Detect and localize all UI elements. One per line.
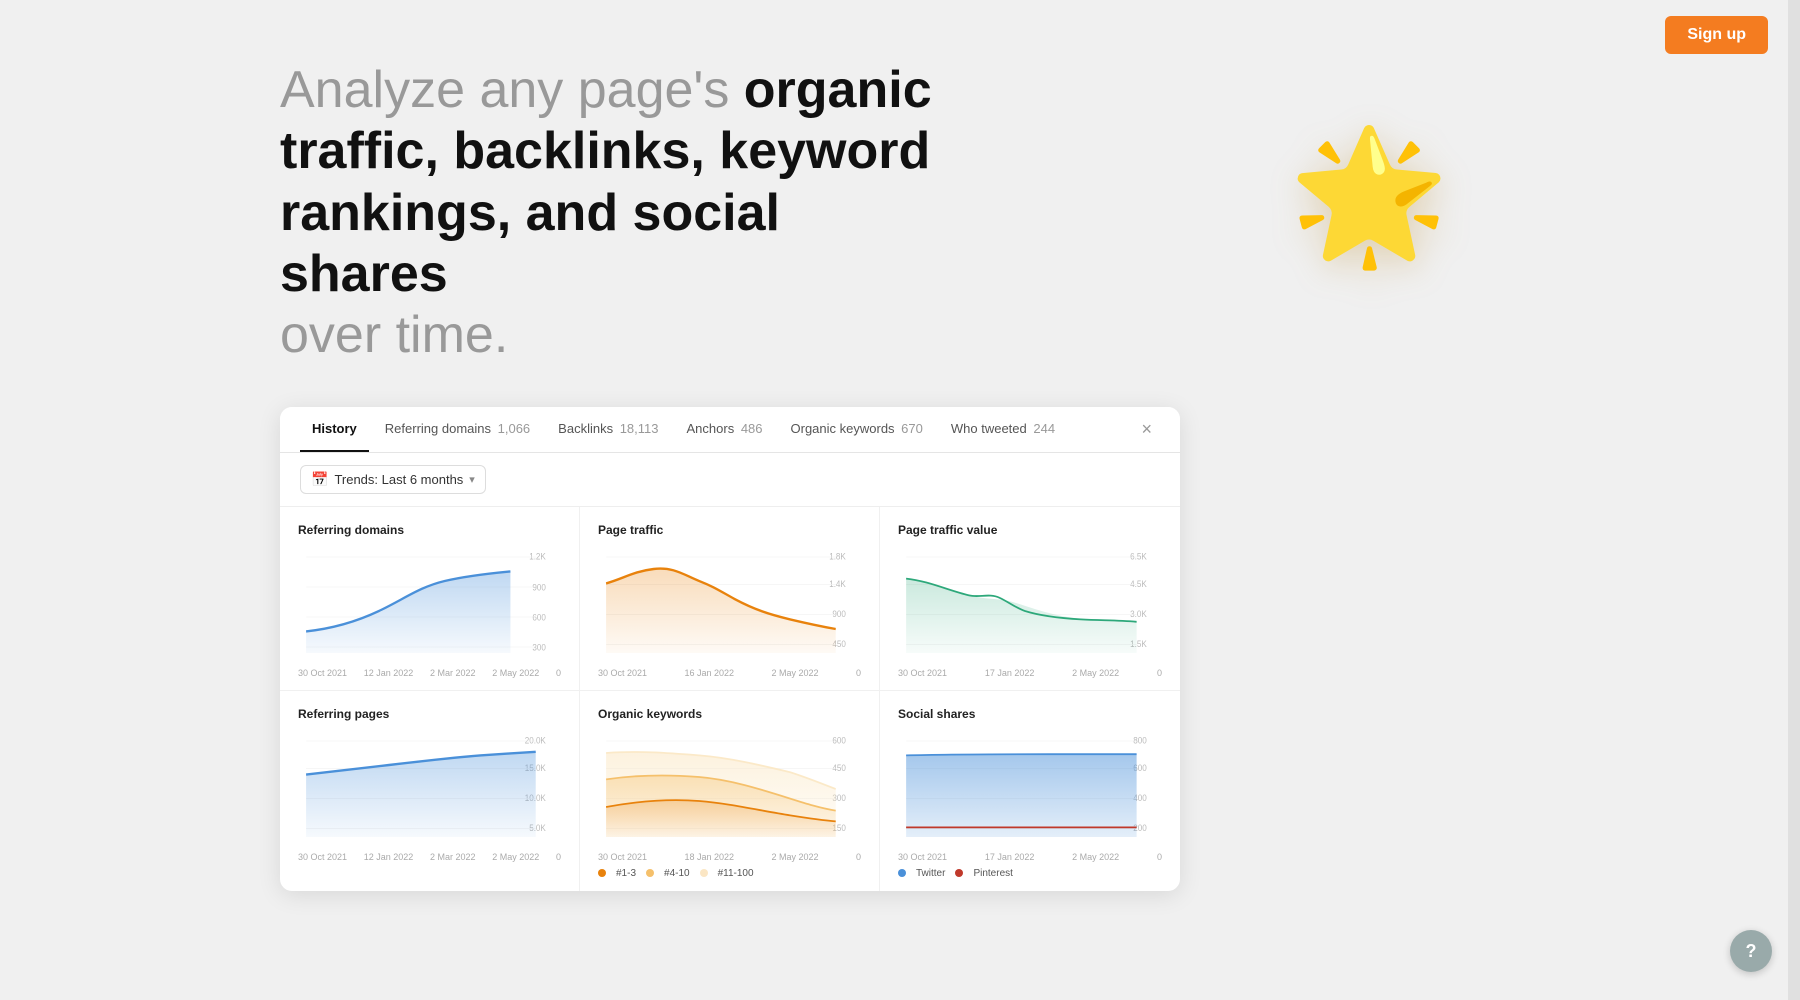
chart-page-traffic: Page traffic 1.8K 1.4K 900 450 (580, 507, 880, 691)
chevron-down-icon: ▾ (469, 473, 475, 486)
chart-title: Referring domains (298, 523, 561, 537)
svg-text:900: 900 (832, 608, 846, 619)
tabs-bar: History Referring domains 1,066 Backlink… (280, 407, 1180, 453)
svg-text:6.5K: 6.5K (1130, 551, 1147, 562)
hero-line1-plain: Analyze any page's (280, 61, 744, 119)
help-button[interactable]: ? (1730, 930, 1772, 972)
top-bar: Sign up (1633, 0, 1800, 70)
svg-text:600: 600 (532, 612, 546, 623)
chart-title: Organic keywords (598, 707, 861, 721)
dashboard-card: History Referring domains 1,066 Backlink… (280, 407, 1180, 891)
chart-legend: #1-3 #4-10 #11-100 (598, 868, 861, 879)
legend-label-1-3: #1-3 (616, 868, 636, 879)
hero-line1-bold: organic (744, 61, 932, 119)
tab-history[interactable]: History (300, 407, 369, 452)
chart-title: Referring pages (298, 707, 561, 721)
legend-dot-4-10 (646, 869, 654, 877)
legend-label-4-10: #4-10 (664, 868, 690, 879)
chart-area: 20.0K 15.0K 10.0K 5.0K (298, 729, 561, 849)
x-labels: 30 Oct 2021 17 Jan 2022 2 May 2022 0 (898, 668, 1162, 678)
hero-title: Analyze any page's organic traffic, back… (280, 60, 960, 367)
svg-text:900: 900 (532, 582, 546, 593)
x-labels: 30 Oct 2021 12 Jan 2022 2 Mar 2022 2 May… (298, 852, 561, 862)
x-labels: 30 Oct 2021 18 Jan 2022 2 May 2022 0 (598, 852, 861, 862)
chart-area: 6.5K 4.5K 3.0K 1.5K (898, 545, 1162, 665)
svg-text:450: 450 (832, 762, 846, 773)
tab-referring-domains[interactable]: Referring domains 1,066 (373, 407, 542, 452)
hero-line4: over time. (280, 306, 508, 364)
legend-dot-pinterest (955, 869, 963, 877)
tab-organic-keywords[interactable]: Organic keywords 670 (779, 407, 935, 452)
chart-page-traffic-value: Page traffic value 6.5K 4.5K 3.0K 1.5K (880, 507, 1180, 691)
x-labels: 30 Oct 2021 16 Jan 2022 2 May 2022 0 (598, 668, 861, 678)
trends-label: Trends: Last 6 months (334, 472, 463, 487)
legend-label-11-100: #11-100 (718, 868, 754, 879)
chart-organic-keywords: Organic keywords (580, 691, 880, 891)
close-button[interactable]: × (1133, 415, 1160, 444)
filter-bar: 📅 Trends: Last 6 months ▾ (280, 453, 1180, 507)
chart-title: Social shares (898, 707, 1162, 721)
x-labels: 30 Oct 2021 12 Jan 2022 2 Mar 2022 2 May… (298, 668, 561, 678)
svg-text:3.0K: 3.0K (1130, 608, 1147, 619)
chart-referring-domains: Referring domains 1.2K 900 600 300 (280, 507, 580, 691)
chart-title: Page traffic (598, 523, 861, 537)
star-decoration: 🌟 (1288, 130, 1450, 260)
x-labels: 30 Oct 2021 17 Jan 2022 2 May 2022 0 (898, 852, 1162, 862)
legend-dot-11-100 (700, 869, 708, 877)
svg-text:1.4K: 1.4K (829, 578, 846, 589)
legend-label-pinterest: Pinterest (973, 868, 1012, 879)
chart-title: Page traffic value (898, 523, 1162, 537)
hero-section: Analyze any page's organic traffic, back… (0, 0, 960, 407)
svg-text:20.0K: 20.0K (525, 735, 546, 746)
svg-text:1.8K: 1.8K (829, 551, 846, 562)
hero-line2-bold: traffic, backlinks, keyword (280, 122, 930, 180)
chart-legend: Twitter Pinterest (898, 868, 1162, 879)
svg-text:1.2K: 1.2K (529, 551, 546, 562)
legend-dot-twitter (898, 869, 906, 877)
legend-label-twitter: Twitter (916, 868, 945, 879)
tab-anchors[interactable]: Anchors 486 (675, 407, 775, 452)
tab-who-tweeted[interactable]: Who tweeted 244 (939, 407, 1067, 452)
calendar-icon: 📅 (311, 471, 328, 488)
signup-button[interactable]: Sign up (1665, 16, 1768, 54)
chart-area: 1.2K 900 600 300 (298, 545, 561, 665)
charts-grid: Referring domains 1.2K 900 600 300 (280, 507, 1180, 891)
scrollbar[interactable] (1788, 0, 1800, 1000)
hero-line3-bold: rankings, and social shares (280, 184, 780, 303)
svg-text:4.5K: 4.5K (1130, 578, 1147, 589)
chart-area: 800 600 400 200 (898, 729, 1162, 849)
legend-dot-1-3 (598, 869, 606, 877)
chart-area: 1.8K 1.4K 900 450 (598, 545, 861, 665)
chart-referring-pages: Referring pages 20.0K 15.0K 10.0K 5.0K (280, 691, 580, 891)
chart-social-shares: Social shares 800 600 400 200 (880, 691, 1180, 891)
svg-text:600: 600 (832, 735, 846, 746)
svg-text:300: 300 (532, 642, 546, 653)
chart-area: 600 450 300 150 (598, 729, 861, 849)
svg-text:800: 800 (1133, 735, 1147, 746)
trends-select[interactable]: 📅 Trends: Last 6 months ▾ (300, 465, 486, 494)
tab-backlinks[interactable]: Backlinks 18,113 (546, 407, 670, 452)
